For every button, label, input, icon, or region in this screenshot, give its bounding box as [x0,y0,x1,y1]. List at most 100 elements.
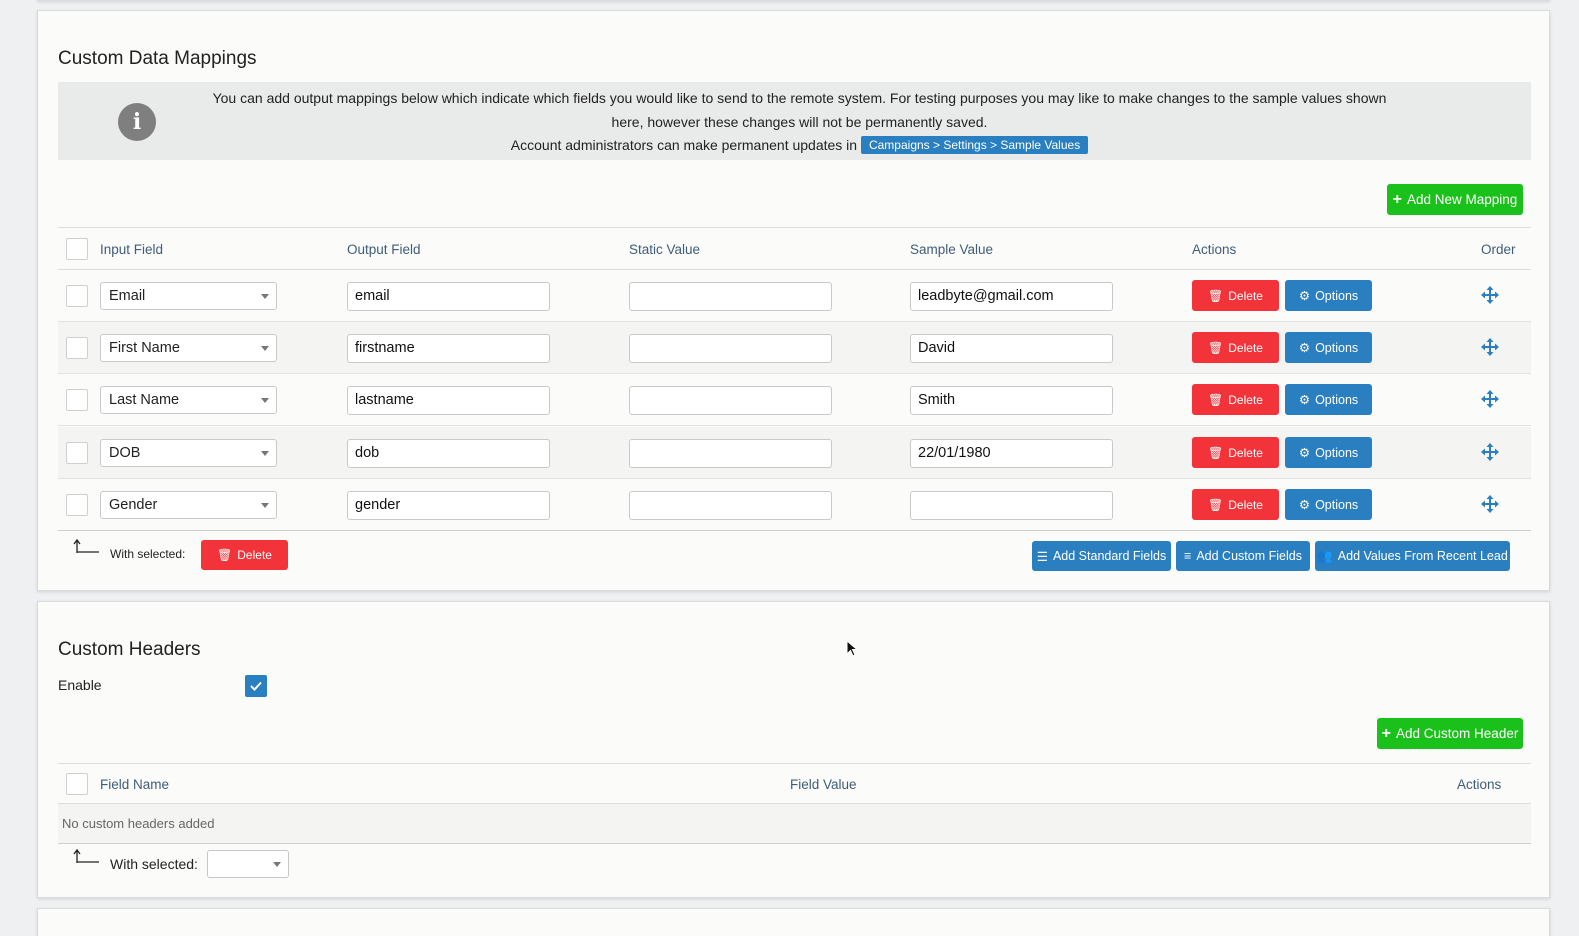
add-values-recent-lead-label: Add Values From Recent Lead [1337,549,1508,563]
gear-icon: ⚙ [1298,498,1311,512]
previous-card [37,0,1550,1]
info-text: You can add output mappings below which … [198,87,1401,158]
add-custom-fields-button[interactable]: ≡ Add Custom Fields [1176,541,1310,571]
move-icon[interactable] [1481,390,1499,408]
trash-icon: 🗑 [1208,497,1224,512]
options-button[interactable]: ⚙ Options [1285,437,1372,468]
add-custom-fields-label: Add Custom Fields [1196,549,1302,563]
chevron-down-icon [261,503,269,508]
chevron-down-icon [261,346,269,351]
move-icon[interactable] [1481,286,1499,304]
table-row: First Name firstname David 🗑 Delete ⚙ Opti… [58,322,1531,374]
next-card [37,908,1550,936]
output-field-input[interactable]: lastname [347,386,550,415]
input-field-select[interactable]: First Name [100,334,277,362]
info-icon: i [118,103,156,141]
output-field-input[interactable]: dob [347,439,550,468]
row-checkbox[interactable] [66,337,88,359]
input-field-select[interactable]: DOB [100,439,277,467]
delete-label: Delete [1228,497,1263,512]
sample-value-input[interactable]: leadbyte@gmail.com [910,282,1113,311]
sample-value-input[interactable] [910,491,1113,520]
options-button[interactable]: ⚙ Options [1285,384,1372,415]
row-checkbox[interactable] [66,285,88,307]
static-value-input[interactable] [629,491,832,520]
select-arrow-icon [73,848,99,863]
input-field-value: Gender [109,497,158,513]
delete-label: Delete [1228,445,1263,460]
sample-value-input[interactable]: David [910,334,1113,363]
info-line1: You can add output mappings below which … [212,90,1387,130]
sample-value-input[interactable]: 22/01/1980 [910,439,1113,468]
output-field-input[interactable]: firstname [347,334,550,363]
enable-label: Enable [58,677,102,693]
output-field-input[interactable]: gender [347,491,550,520]
with-selected-label: With selected: [110,547,186,561]
bulk-action-select[interactable] [207,850,289,878]
static-value-input[interactable] [629,334,832,363]
delete-button[interactable]: 🗑 Delete [1192,332,1279,363]
add-new-mapping-label: Add New Mapping [1407,192,1518,207]
add-values-recent-lead-button[interactable]: 👥 Add Values From Recent Lead [1315,541,1510,571]
info-box: i You can add output mappings below whic… [58,82,1531,160]
move-icon[interactable] [1481,443,1499,461]
options-label: Options [1315,445,1359,460]
bulk-delete-button[interactable]: 🗑 Delete [201,540,288,570]
gear-icon: ⚙ [1298,446,1311,460]
section-title: Custom Headers [58,639,201,660]
chevron-down-icon [261,398,269,403]
trash-icon: 🗑 [1208,340,1224,355]
options-label: Options [1315,340,1359,355]
trash-icon: 🗑 [1208,445,1224,460]
add-standard-fields-label: Add Standard Fields [1052,549,1167,563]
options-button[interactable]: ⚙ Options [1285,489,1372,520]
static-value-input[interactable] [629,386,832,415]
gear-icon: ⚙ [1298,393,1311,407]
col-input-field: Input Field [100,242,164,257]
sample-value-input[interactable]: Smith [910,386,1113,415]
users-icon: 👥 [1317,548,1333,563]
options-button[interactable]: ⚙ Options [1285,332,1372,363]
table-row: DOB dob 22/01/1980 🗑 Delete ⚙ Options [58,427,1531,479]
move-icon[interactable] [1481,495,1499,513]
delete-button[interactable]: 🗑 Delete [1192,489,1279,520]
check-icon [250,681,262,691]
chevron-down-icon [261,294,269,299]
input-field-select[interactable]: Last Name [100,386,277,414]
delete-label: Delete [1228,340,1263,355]
options-button[interactable]: ⚙ Options [1285,280,1372,311]
static-value-input[interactable] [629,282,832,311]
add-new-mapping-button[interactable]: + Add New Mapping [1387,184,1523,215]
enable-checkbox[interactable] [245,675,267,697]
move-icon[interactable] [1481,338,1499,356]
row-checkbox[interactable] [66,389,88,411]
delete-button[interactable]: 🗑 Delete [1192,437,1279,468]
output-field-input[interactable]: email [347,282,550,311]
add-standard-fields-button[interactable]: ☰ Add Standard Fields [1032,541,1171,571]
delete-button[interactable]: 🗑 Delete [1192,280,1279,311]
headers-table-header: Field Name Field Value Actions [58,763,1531,804]
mappings-table-header: Input Field Output Field Static Value Sa… [58,227,1531,270]
input-field-select[interactable]: Gender [100,491,277,519]
list-icon: ☰ [1036,549,1048,564]
plus-icon: + [1381,724,1392,742]
custom-headers-card: Custom Headers Enable + Add Custom Heade… [37,601,1550,898]
mouse-cursor-icon [846,640,858,657]
select-all-checkbox[interactable] [66,773,88,795]
delete-label: Delete [1228,288,1263,303]
empty-row: No custom headers added [58,804,1531,844]
row-checkbox[interactable] [66,494,88,516]
options-label: Options [1315,392,1359,407]
row-checkbox[interactable] [66,442,88,464]
delete-button[interactable]: 🗑 Delete [1192,384,1279,415]
sample-values-link[interactable]: Campaigns > Settings > Sample Values [860,136,1089,154]
trash-icon: 🗑 [1208,288,1224,303]
col-field-value: Field Value [790,777,857,792]
static-value-input[interactable] [629,439,832,468]
select-all-checkbox[interactable] [66,238,88,260]
col-sample-value: Sample Value [910,242,994,257]
table-row: Email email leadbyte@gmail.com 🗑 Delete ⚙… [58,270,1531,322]
bulk-delete-label: Delete [237,548,272,562]
input-field-select[interactable]: Email [100,282,277,310]
add-custom-header-button[interactable]: + Add Custom Header [1377,718,1523,749]
